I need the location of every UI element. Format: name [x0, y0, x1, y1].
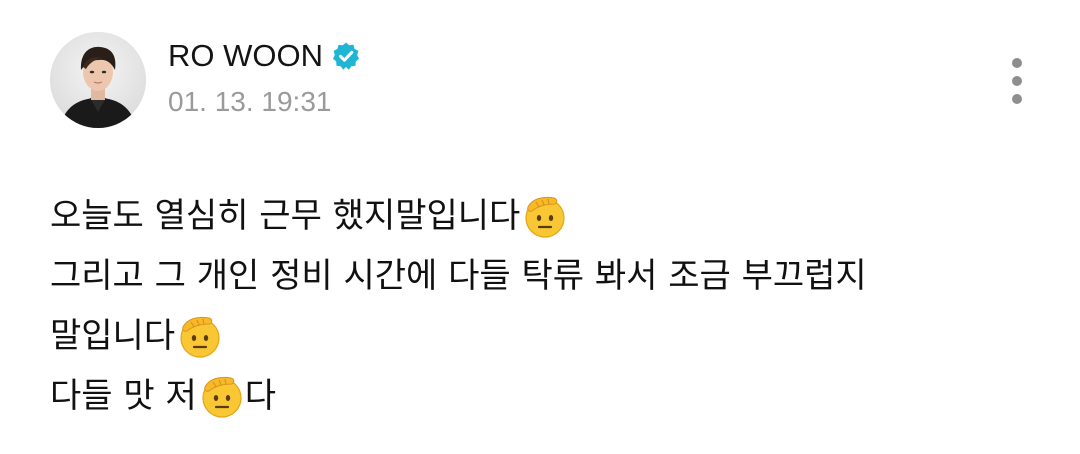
post-timestamp: 01. 13. 19:31 [168, 86, 332, 117]
author-name[interactable]: RO WOON [168, 38, 323, 74]
post-body-line: 그리고 그 개인 정비 시간에 다들 탁류 봐서 조금 부끄럽지 [50, 246, 1040, 306]
more-options-icon[interactable] [1002, 54, 1032, 108]
verified-badge-icon [333, 42, 359, 70]
saluting-face-icon [525, 196, 565, 238]
post-body-line: 말입니다 [50, 306, 1040, 366]
post-text: 오늘도 열심히 근무 했지말입니다 [50, 196, 521, 236]
more-dot [1012, 76, 1022, 86]
post-body-line: 다들 맛 저 다 [50, 366, 1040, 426]
post-text: 말입니다 [50, 316, 176, 356]
more-dot [1012, 58, 1022, 68]
author-avatar[interactable] [50, 32, 146, 128]
post-text: 그리고 그 개인 정비 시간에 다들 탁류 봐서 조금 부끄럽지 [50, 256, 867, 296]
saluting-face-icon [180, 316, 220, 358]
post-body: 오늘도 열심히 근무 했지말입니다 그리고 그 개인 정비 시간에 다들 탁류 … [50, 186, 1040, 426]
author-name-row[interactable]: RO WOON [168, 34, 361, 78]
post-text: 다들 맛 저 [50, 376, 197, 416]
post-text: 다 [244, 376, 277, 416]
more-dot [1012, 94, 1022, 104]
post-card: RO WOON 01. 13. 19:31 오늘도 열심히 근무 했지말입니다 [0, 0, 1080, 454]
post-body-line: 오늘도 열심히 근무 했지말입니다 [50, 186, 1040, 246]
saluting-face-icon [202, 376, 242, 418]
